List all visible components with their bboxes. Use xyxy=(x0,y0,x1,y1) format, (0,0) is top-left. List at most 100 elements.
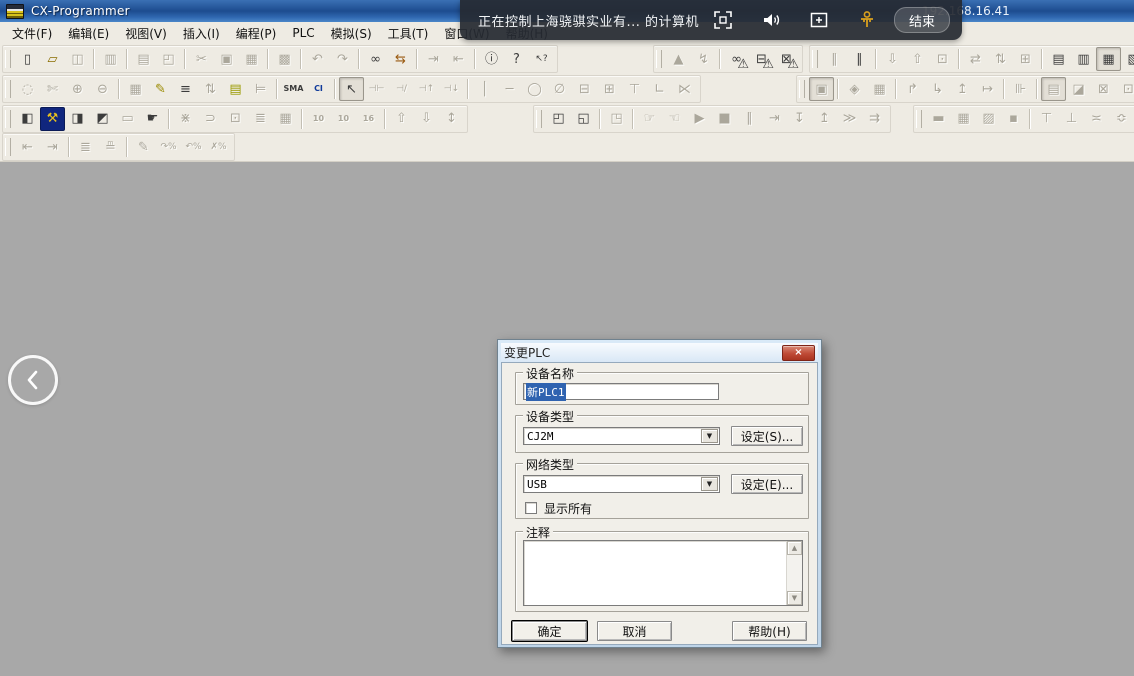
device-type-select[interactable]: CJ2M ▼ xyxy=(523,427,720,445)
coverage-b-button[interactable]: ↶% xyxy=(181,135,206,159)
coverage-a-button[interactable]: ↷% xyxy=(156,135,181,159)
zoom-out-button[interactable]: ⊖ xyxy=(90,77,115,101)
show-ladder-sections-button[interactable]: ▤ xyxy=(223,77,248,101)
go-to-output-button[interactable]: ⇩ xyxy=(414,107,439,131)
sim-stop-button[interactable]: ■ xyxy=(712,107,737,131)
paste-button[interactable]: ▦ xyxy=(239,47,264,71)
rung-wrap-button[interactable]: ⇅ xyxy=(198,77,223,101)
new-vertical-button[interactable]: │ xyxy=(472,77,497,101)
sim-mode-a-button[interactable]: ☞ xyxy=(637,107,662,131)
monitor-hex-button[interactable]: 16 xyxy=(356,107,381,131)
redo-button[interactable]: ↷ xyxy=(330,47,355,71)
sim-step-run-button[interactable]: ⇥ xyxy=(762,107,787,131)
sim-scan-run-button[interactable]: ⇉ xyxy=(862,107,887,131)
auto-online-button[interactable]: ⇅ xyxy=(988,47,1013,71)
toolbar-drag-handle[interactable] xyxy=(656,50,662,68)
outdent-rung-button[interactable]: ⇤ xyxy=(15,135,40,159)
properties-button[interactable]: ☛ xyxy=(140,107,165,131)
new-closed-contact-button[interactable]: ⊣∕ xyxy=(389,77,414,101)
new-coil-button[interactable]: ◯ xyxy=(522,77,547,101)
view-calendar-button[interactable]: ▦ xyxy=(867,77,892,101)
zoom-region-button[interactable]: ✄ xyxy=(40,77,65,101)
copy-button[interactable]: ▣ xyxy=(214,47,239,71)
force-on-button[interactable]: ↱ xyxy=(900,77,925,101)
new-function-block-button[interactable]: ⊤ xyxy=(622,77,647,101)
toolbar-drag-handle[interactable] xyxy=(5,138,11,156)
compare-with-plc-button[interactable]: ⊡ xyxy=(930,47,955,71)
sim-continuous-step-button[interactable]: ≫ xyxy=(837,107,862,131)
help-topics-button[interactable]: ? xyxy=(504,47,529,71)
monitor-sma-button[interactable]: SMA xyxy=(281,77,306,101)
menu-insert[interactable]: 插入(I) xyxy=(175,22,228,45)
network-settings-button[interactable]: 设定(E)... xyxy=(731,474,803,494)
toolbar-drag-handle[interactable] xyxy=(536,110,542,128)
sim-step-in-button[interactable]: ↧ xyxy=(787,107,812,131)
io-table-button[interactable]: ⊃ xyxy=(198,107,223,131)
context-help-button[interactable]: ↖? xyxy=(529,47,554,71)
plc-memory-button[interactable]: ▦ xyxy=(273,107,298,131)
pin-tool-icon[interactable] xyxy=(856,9,878,31)
zoom-in-button[interactable]: ⊕ xyxy=(65,77,90,101)
pause-monitor-button[interactable]: ∥ xyxy=(822,47,847,71)
open-project-button[interactable]: ▱ xyxy=(40,47,65,71)
menu-simulation[interactable]: 模拟(S) xyxy=(323,22,380,45)
address-next-button[interactable]: ⇥ xyxy=(421,47,446,71)
monitor-mode-button[interactable]: ▦ xyxy=(1096,47,1121,71)
new-horizontal-button[interactable]: ─ xyxy=(497,77,522,101)
set-bit-button[interactable]: ↥ xyxy=(950,77,975,101)
watch-window-button[interactable]: ▣ xyxy=(809,77,834,101)
show-rung-annotations-button[interactable]: ≡ xyxy=(173,77,198,101)
device-type-settings-button[interactable]: 设定(S)... xyxy=(731,426,803,446)
transfer-report-button[interactable]: ⊟⚠ xyxy=(749,47,774,71)
view-layers-button[interactable]: ◈ xyxy=(842,77,867,101)
menu-plc[interactable]: PLC xyxy=(284,23,322,43)
menu-view[interactable]: 视图(V) xyxy=(117,22,175,45)
scroll-up-icon[interactable]: ▲ xyxy=(787,541,802,555)
cut-button[interactable]: ✂ xyxy=(189,47,214,71)
select-mode-button[interactable]: ↖ xyxy=(339,77,364,101)
indent-rung-button[interactable]: ⇥ xyxy=(40,135,65,159)
window-select-icon[interactable] xyxy=(808,9,830,31)
go-to-input-button[interactable]: ⇧ xyxy=(389,107,414,131)
block-program-c-button[interactable]: ▨ xyxy=(976,107,1001,131)
new-instruction-button[interactable]: ⊟ xyxy=(572,77,597,101)
run-mode-button[interactable]: ▧ xyxy=(1121,47,1134,71)
mnemonics-view-button[interactable]: ⚒ xyxy=(40,107,65,131)
online-compile-button[interactable]: ↯ xyxy=(691,47,716,71)
dialog-titlebar[interactable]: 变更PLC × xyxy=(501,343,818,362)
menu-tools[interactable]: 工具(T) xyxy=(380,22,437,45)
distribute-button[interactable]: ≎ xyxy=(1109,107,1134,131)
address-prev-button[interactable]: ⇤ xyxy=(446,47,471,71)
new-instruction-b-button[interactable]: ⊞ xyxy=(597,77,622,101)
sound-icon[interactable] xyxy=(760,9,782,31)
find-report-button[interactable]: ∞⚠ xyxy=(724,47,749,71)
end-session-button[interactable]: 结束 xyxy=(894,7,950,33)
monitor-signed-decimal-button[interactable]: 10 xyxy=(331,107,356,131)
sim-mode-b-button[interactable]: ☜ xyxy=(662,107,687,131)
sim-window-button[interactable]: ◰ xyxy=(546,107,571,131)
print-preview-button[interactable]: ◰ xyxy=(156,47,181,71)
symbols-view-button[interactable]: ◨ xyxy=(65,107,90,131)
find-button[interactable]: ∞ xyxy=(363,47,388,71)
ok-button[interactable]: 确定 xyxy=(512,621,587,641)
sim-step-out-button[interactable]: ↥ xyxy=(812,107,837,131)
show-all-checkbox[interactable] xyxy=(525,502,537,514)
rung-list-button[interactable]: ≣ xyxy=(248,107,273,131)
comment-scrollbar[interactable]: ▲ ▼ xyxy=(786,541,802,605)
align-bottom-button[interactable]: ⊥ xyxy=(1059,107,1084,131)
toolbar-drag-handle[interactable] xyxy=(799,80,805,98)
coverage-clear-button[interactable]: ✗% xyxy=(206,135,231,159)
comment-textarea[interactable]: ▲ ▼ xyxy=(523,540,803,606)
block-program-a-button[interactable]: ▬ xyxy=(926,107,951,131)
new-contact-down-button[interactable]: ⊣↓ xyxy=(439,77,464,101)
online-edit-button[interactable]: ⊞ xyxy=(1013,47,1038,71)
value-status-button[interactable]: ⊡ xyxy=(1116,77,1134,101)
chevron-down-icon[interactable]: ▼ xyxy=(701,429,718,443)
io-comment-view-button[interactable]: ▭ xyxy=(115,107,140,131)
memory-view-button[interactable]: ⊡ xyxy=(223,107,248,131)
clear-forces-button[interactable]: ⊠ xyxy=(1091,77,1116,101)
align-middle-button[interactable]: ≍ xyxy=(1084,107,1109,131)
new-block-end-button[interactable]: ∟ xyxy=(647,77,672,101)
chevron-down-icon[interactable]: ▼ xyxy=(701,477,718,491)
save-project-button[interactable]: ◫ xyxy=(65,47,90,71)
